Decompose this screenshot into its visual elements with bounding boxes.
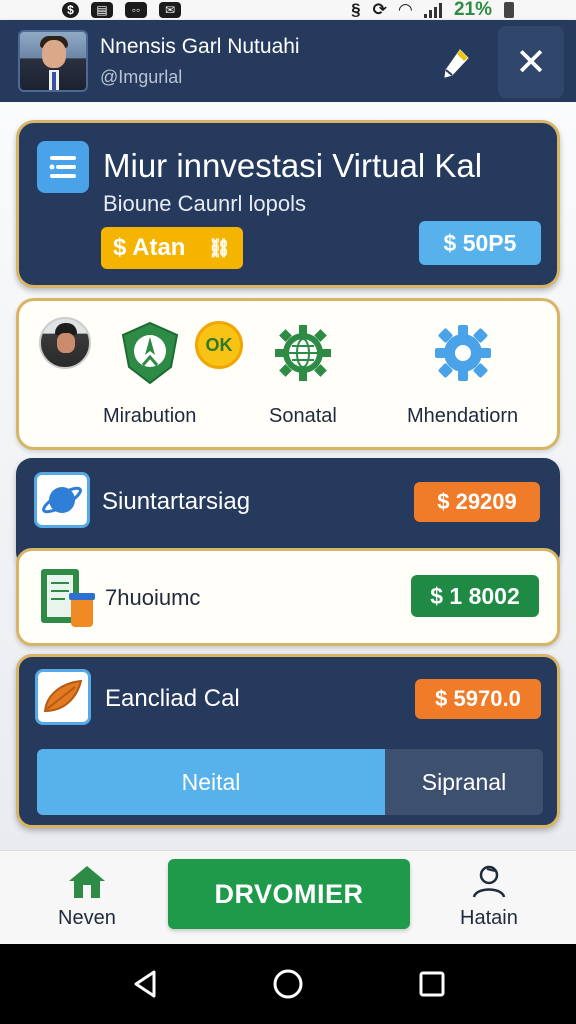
- row-title: Siuntartarsiag: [102, 488, 251, 515]
- close-icon: ✕: [515, 41, 547, 84]
- row-amount: $ 1 8002: [411, 575, 539, 617]
- gear-globe-icon: [274, 325, 331, 381]
- leaf-icon: [35, 669, 91, 725]
- segment-active[interactable]: Neital: [37, 749, 385, 815]
- silent-icon: §: [351, 0, 361, 19]
- recents-icon[interactable]: [416, 968, 448, 1000]
- wifi-icon: ◠: [398, 0, 412, 19]
- shortcut-label: Mirabution: [103, 405, 197, 427]
- shortcut-label: Sonatal: [269, 405, 337, 427]
- leaf-shield-icon: [121, 321, 178, 385]
- home-button-icon[interactable]: [272, 968, 304, 1000]
- bottom-nav: Neven DRVOMIER Hatain: [0, 850, 576, 944]
- shortcut-label: Mhendatiorn: [407, 405, 519, 427]
- document-jar-icon: [39, 567, 97, 629]
- investment-hero-card: Miur innvestasi Virtual Kal Bioune Caunr…: [16, 120, 560, 288]
- primary-button[interactable]: DRVOMIER: [168, 859, 410, 929]
- nav-label: Hatain: [460, 907, 518, 929]
- row-amount: $ 5970.0: [415, 679, 541, 719]
- action-button-label: $ Atan: [113, 234, 186, 261]
- nav-item-profile[interactable]: Hatain: [460, 863, 518, 930]
- back-icon[interactable]: [130, 968, 162, 1000]
- home-icon: [68, 866, 105, 898]
- status-bar: $ ▤ ◦◦ ✉ § ⟳ ◠ 21%: [0, 0, 576, 20]
- system-status: § ⟳ ◠ 21%: [351, 0, 514, 21]
- balance-badge[interactable]: $ 50P5: [419, 221, 541, 265]
- segment-inactive[interactable]: Sipranal: [385, 749, 543, 815]
- media-icon: ◦◦: [125, 2, 147, 18]
- close-button[interactable]: ✕: [498, 26, 564, 98]
- row-title: 7huoiumc: [105, 585, 201, 610]
- row-amount: $ 29209: [414, 482, 540, 522]
- list-icon: [37, 141, 89, 193]
- action-button[interactable]: $ Atan ⛓: [101, 227, 243, 269]
- list-item[interactable]: 7huoiumc $ 1 8002: [16, 548, 560, 646]
- ok-badge[interactable]: OK: [195, 321, 243, 369]
- dollar-icon: $: [62, 2, 79, 18]
- profile-icon: [472, 865, 506, 898]
- sync-icon: ⟳: [372, 0, 387, 19]
- hero-subtitle: Bioune Caunrl lopols: [103, 191, 307, 216]
- planet-icon: [34, 472, 90, 528]
- avatar[interactable]: [18, 30, 88, 92]
- battery-percent: 21%: [453, 0, 492, 20]
- link-icon: ⛓: [208, 237, 231, 258]
- system-nav-bar: [0, 944, 576, 1024]
- signal-icon: [423, 2, 442, 18]
- list-item[interactable]: Eancliad Cal $ 5970.0 Neital Sipranal: [16, 654, 560, 828]
- shortcut-mhendatiorn[interactable]: Mhendatiorn: [407, 321, 518, 428]
- notification-icons: $ ▤ ◦◦ ✉: [62, 2, 181, 18]
- pen-icon[interactable]: [438, 46, 474, 82]
- doc-icon: ▤: [91, 2, 113, 18]
- battery-icon: [504, 2, 514, 18]
- settings-gear-icon: [434, 325, 491, 381]
- segmented-control: Neital Sipranal: [37, 749, 543, 815]
- row-title: Eancliad Cal: [105, 685, 240, 712]
- shortcut-sonatal[interactable]: Sonatal: [269, 321, 337, 428]
- shortcut-mirabution[interactable]: Mirabution: [103, 321, 196, 428]
- chat-icon: ✉: [159, 2, 181, 18]
- profile-avatar[interactable]: [39, 317, 91, 369]
- shortcut-card: Mirabution OK Sonatal Mhendatiorn: [16, 298, 560, 450]
- nav-item-home[interactable]: Neven: [58, 863, 116, 930]
- hero-title: Miur innvestasi Virtual Kal: [103, 147, 483, 184]
- nav-label: Neven: [58, 907, 116, 929]
- app-header: Nnensis Garl Nutuahi @Imgurlal ✕: [0, 20, 576, 124]
